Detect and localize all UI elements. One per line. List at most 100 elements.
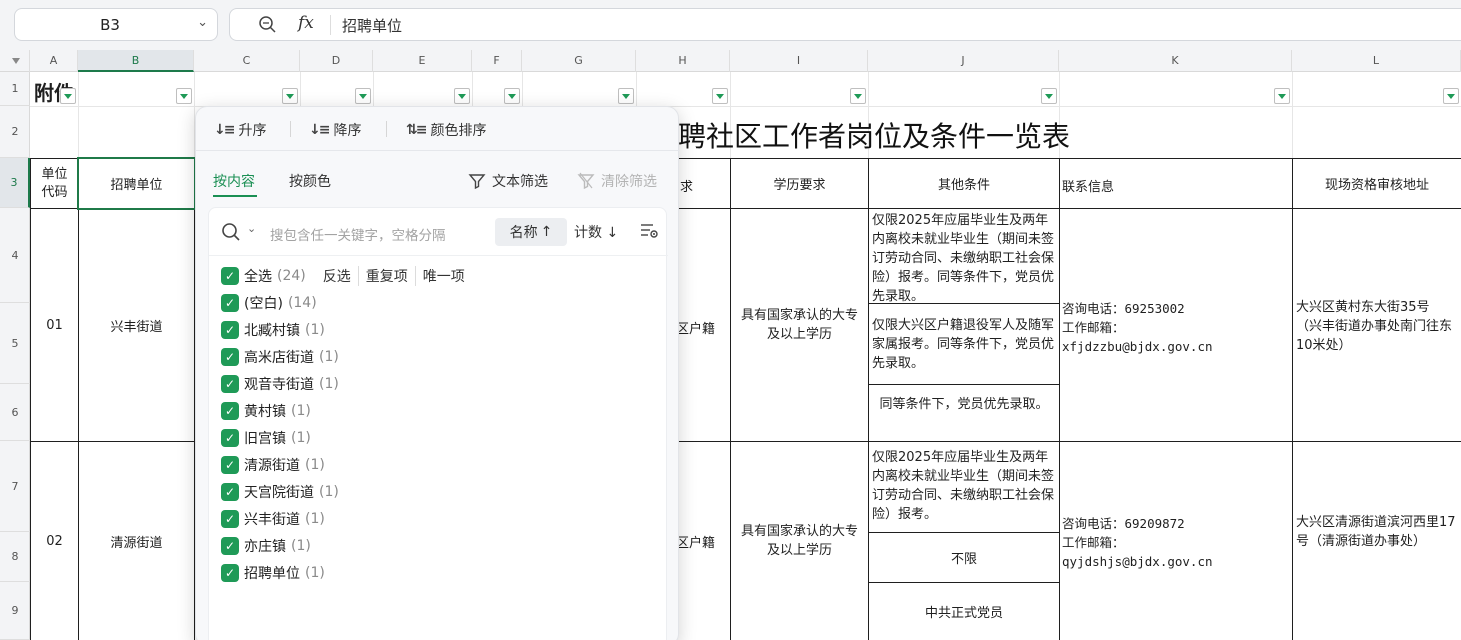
column-header[interactable]: E <box>373 50 472 72</box>
checkbox-checked-icon[interactable]: ✓ <box>221 456 239 474</box>
column-header[interactable]: A <box>30 50 78 72</box>
filter-item[interactable]: ✓ 高米店街道 (1) <box>221 346 339 368</box>
sort-desc-button[interactable]: ↓≡ 降序 <box>309 119 361 141</box>
header-h-partial[interactable]: 求 <box>680 176 693 195</box>
column-header[interactable]: J <box>868 50 1059 72</box>
cell-h-partial[interactable]: 区户籍 <box>676 318 715 337</box>
contact-email[interactable]: xfjdzzbu@bjdx.gov.cn <box>1062 337 1213 356</box>
filter-dropdown-button[interactable] <box>712 88 728 104</box>
filter-item[interactable]: ✓ 观音寺街道 (1) <box>221 373 339 395</box>
cell-condition[interactable]: 仅限2025年应届毕业生及两年内离校未就业毕业生（期间未签订劳动合同、未缴纳职工… <box>868 441 1060 533</box>
cell-unit[interactable]: 兴丰街道 <box>78 208 195 442</box>
filter-item[interactable]: ✓ 旧宫镇 (1) <box>221 427 311 449</box>
cell-condition[interactable]: 仅限大兴区户籍退役军人及随军家属报考。同等条件下，党员优先录取。 <box>868 303 1060 385</box>
cell-address[interactable]: 大兴区黄村东大街35号（兴丰街道办事处南门往东10米处） <box>1292 208 1461 442</box>
tab-by-content[interactable]: 按内容 <box>213 171 255 191</box>
sheet-title[interactable]: 聘社区工作者岗位及条件一览表 <box>678 115 1070 155</box>
chevron-down-icon[interactable]: ⌄ <box>247 222 256 235</box>
checkbox-checked-icon[interactable]: ✓ <box>221 321 239 339</box>
row-header[interactable]: 2 <box>0 106 30 158</box>
filter-item[interactable]: ✓ 清源街道 (1) <box>221 454 325 476</box>
filter-item[interactable]: ✓ 黄村镇 (1) <box>221 400 311 422</box>
cell-h-partial[interactable]: 区户籍 <box>676 532 715 551</box>
filter-dropdown-button[interactable] <box>1274 88 1290 104</box>
formula-input[interactable]: fx 招聘单位 <box>229 8 1461 41</box>
zoom-icon[interactable] <box>258 15 276 33</box>
checkbox-checked-icon[interactable]: ✓ <box>221 429 239 447</box>
checkbox-checked-icon[interactable]: ✓ <box>221 348 239 366</box>
filter-item[interactable]: ✓ 北臧村镇 (1) <box>221 319 325 341</box>
filter-item[interactable]: ✓ (空白) (14) <box>221 292 317 314</box>
name-box[interactable]: B3 ⌄ <box>14 8 218 41</box>
checkbox-checked-icon[interactable]: ✓ <box>221 483 239 501</box>
filter-dropdown-button[interactable] <box>850 88 866 104</box>
checkbox-checked-icon[interactable]: ✓ <box>221 564 239 582</box>
checkbox-checked-icon[interactable]: ✓ <box>221 537 239 555</box>
column-header[interactable]: F <box>472 50 522 72</box>
filter-item[interactable]: ✓ 招聘单位 (1) <box>221 562 325 584</box>
fx-icon[interactable]: fx <box>298 13 314 33</box>
chevron-down-icon[interactable]: ⌄ <box>197 15 208 30</box>
filter-item[interactable]: ✓ 亦庄镇 (1) <box>221 535 311 557</box>
row-header[interactable]: 1 <box>0 72 30 106</box>
cell-education[interactable]: 具有国家承认的大专及以上学历 <box>730 441 869 640</box>
column-header[interactable]: D <box>300 50 373 72</box>
filter-dropdown-button[interactable] <box>504 88 520 104</box>
column-header[interactable]: G <box>522 50 636 72</box>
list-settings-icon[interactable] <box>639 221 659 241</box>
contact-email[interactable]: qyjdshjs@bjdx.gov.cn <box>1062 552 1213 571</box>
filter-item[interactable]: ✓ 天宫院街道 (1) <box>221 481 339 503</box>
cell-condition[interactable]: 中共正式党员 <box>868 582 1060 640</box>
tab-by-color[interactable]: 按颜色 <box>289 171 331 191</box>
checkbox-checked-icon[interactable]: ✓ <box>221 510 239 528</box>
header-address[interactable]: 现场资格审核地址 <box>1292 158 1461 209</box>
filter-dropdown-button[interactable] <box>60 88 76 104</box>
cell-unit-code[interactable]: 02 <box>30 441 79 640</box>
header-unit-code[interactable]: 单位代码 <box>30 158 79 209</box>
unique-button[interactable]: 唯一项 <box>414 266 472 286</box>
row-header[interactable]: 7 <box>0 441 30 532</box>
invert-button[interactable]: 反选 <box>316 266 358 286</box>
row-header[interactable]: 9 <box>0 582 30 640</box>
sort-by-name-button[interactable]: 名称 ↑ <box>495 218 567 246</box>
checkbox-checked-icon[interactable]: ✓ <box>221 294 239 312</box>
column-header[interactable]: I <box>730 50 868 72</box>
column-header[interactable]: L <box>1292 50 1461 72</box>
filter-panel[interactable]: ↓≡ 升序 ↓≡ 降序 ⇅≡ 颜色排序 按内容 按颜色 文本筛选 清除筛选 ⌄ … <box>195 106 680 640</box>
filter-dropdown-button[interactable] <box>176 88 192 104</box>
checkbox-checked-icon[interactable]: ✓ <box>221 402 239 420</box>
cell-education[interactable]: 具有国家承认的大专及以上学历 <box>730 208 869 442</box>
search-icon[interactable] <box>221 222 241 242</box>
filter-item[interactable]: ✓ 兴丰街道 (1) <box>221 508 325 530</box>
cell-condition[interactable]: 不限 <box>868 532 1060 583</box>
filter-dropdown-button[interactable] <box>1443 88 1459 104</box>
filter-dropdown-button[interactable] <box>1041 88 1057 104</box>
cell-unit-code[interactable]: 01 <box>30 208 79 442</box>
cell-unit[interactable]: 清源街道 <box>78 441 195 640</box>
header-other-conditions[interactable]: 其他条件 <box>868 158 1060 209</box>
filter-dropdown-button[interactable] <box>618 88 634 104</box>
text-filter-button[interactable]: 文本筛选 <box>468 171 548 191</box>
checkbox-checked-icon[interactable]: ✓ <box>221 267 239 285</box>
filter-dropdown-button[interactable] <box>454 88 470 104</box>
sort-color-button[interactable]: ⇅≡ 颜色排序 <box>406 119 486 141</box>
filter-dropdown-button[interactable] <box>355 88 371 104</box>
sort-asc-button[interactable]: ↓≡ 升序 <box>214 119 266 141</box>
filter-dropdown-button[interactable] <box>282 88 298 104</box>
checkbox-checked-icon[interactable]: ✓ <box>221 375 239 393</box>
row-header[interactable]: 8 <box>0 532 30 582</box>
cell-condition[interactable]: 仅限2025年应届毕业生及两年内离校未就业毕业生（期间未签订劳动合同、未缴纳职工… <box>868 208 1060 304</box>
cell-address[interactable]: 大兴区清源街道滨河西里17号（清源街道办事处） <box>1292 441 1461 640</box>
row-header[interactable]: 4 <box>0 208 30 303</box>
column-header[interactable]: H <box>636 50 730 72</box>
cell-contact[interactable]: 咨询电话：69209872 工作邮箱： qyjdshjs@bjdx.gov.cn <box>1059 441 1293 640</box>
formula-content[interactable]: 招聘单位 <box>342 15 402 36</box>
cell-contact[interactable]: 咨询电话：69253002 工作邮箱： xfjdzzbu@bjdx.gov.cn <box>1059 208 1293 442</box>
search-input[interactable]: 搜包含任一关键字，空格分隔 <box>270 224 446 244</box>
sort-by-count-button[interactable]: 计数 ↓ <box>574 222 618 242</box>
row-header[interactable]: 3 <box>0 158 30 208</box>
cell-condition[interactable]: 同等条件下，党员优先录取。 <box>868 384 1060 442</box>
clear-filter-button[interactable]: 清除筛选 <box>577 171 657 191</box>
active-cell-selection[interactable] <box>77 157 196 210</box>
row-header[interactable]: 5 <box>0 303 30 384</box>
